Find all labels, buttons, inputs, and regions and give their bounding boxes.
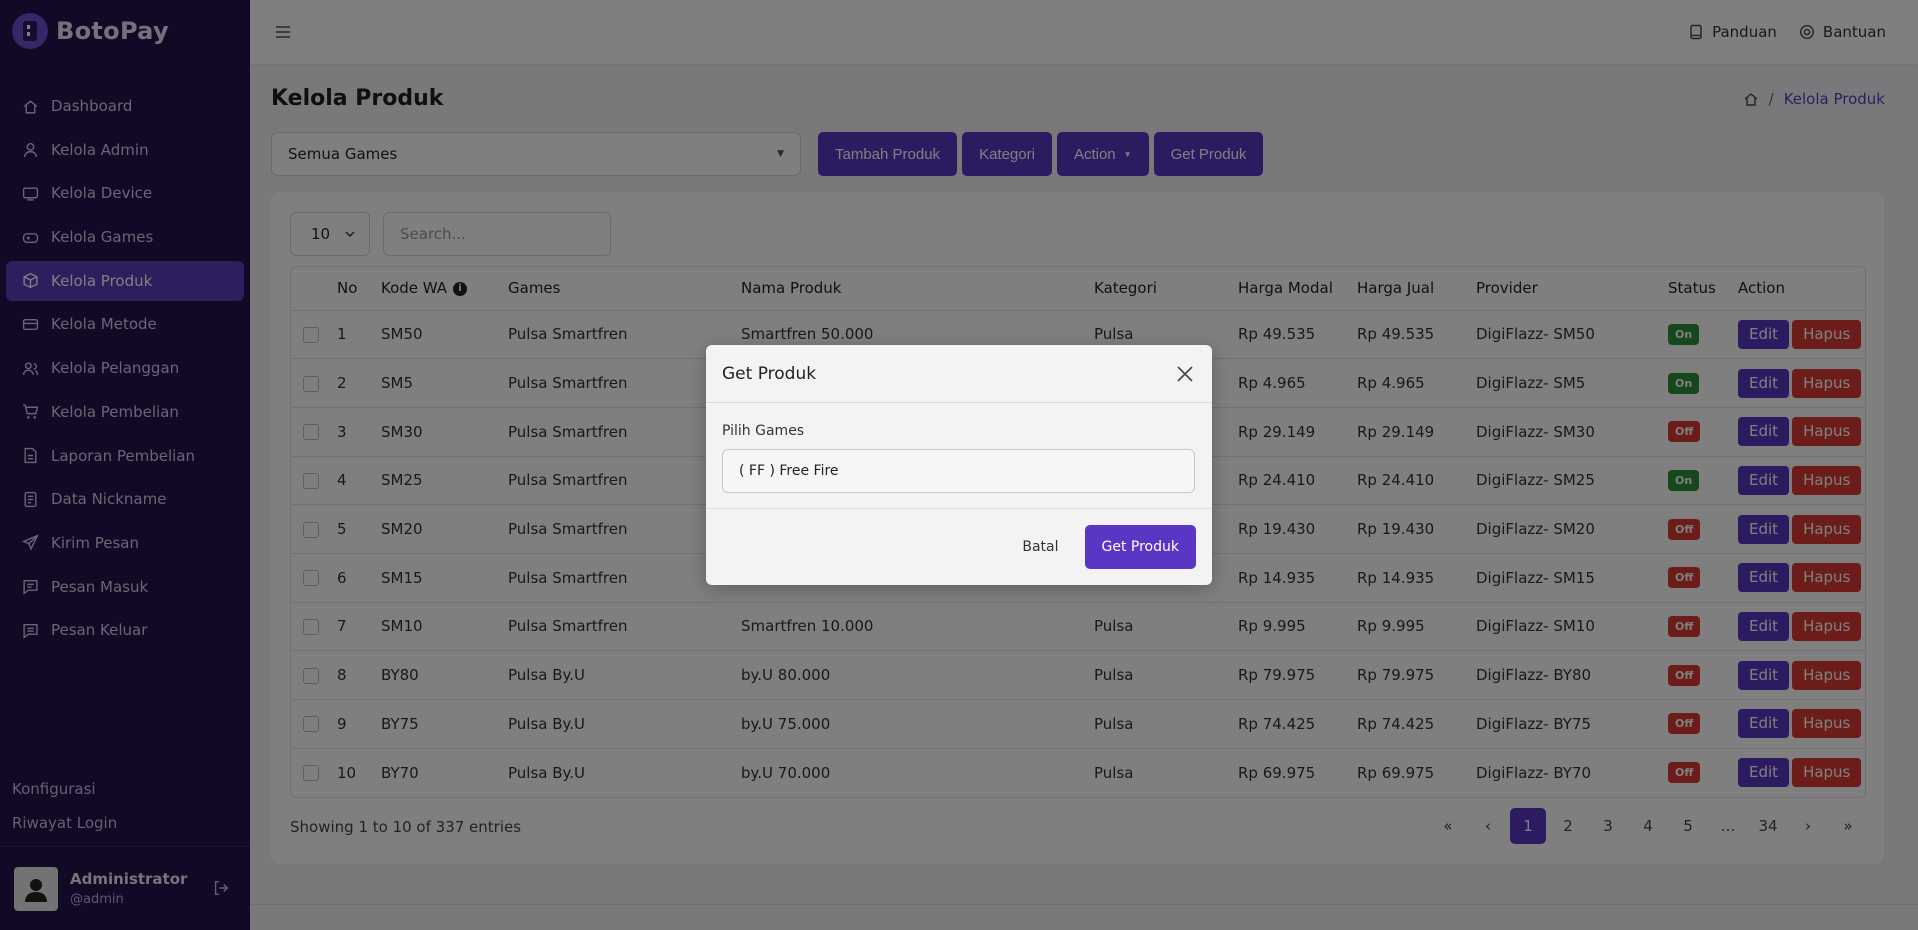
get-produk-modal: Get Produk Pilih Games ( FF ) Free Fire … — [706, 345, 1212, 585]
pilih-games-label: Pilih Games — [722, 423, 805, 439]
modal-get-produk-button[interactable]: Get Produk — [1084, 525, 1196, 569]
modal-body: Pilih Games ( FF ) Free Fire — [706, 403, 1212, 493]
modal-footer: Batal Get Produk — [706, 508, 1212, 585]
modal-backdrop[interactable]: Get Produk Pilih Games ( FF ) Free Fire … — [0, 0, 1918, 930]
close-icon[interactable] — [1174, 363, 1196, 385]
modal-header: Get Produk — [706, 345, 1212, 403]
modal-title: Get Produk — [722, 363, 817, 384]
pilih-games-select[interactable]: ( FF ) Free Fire — [722, 449, 1195, 493]
batal-button[interactable]: Batal — [1022, 539, 1058, 555]
